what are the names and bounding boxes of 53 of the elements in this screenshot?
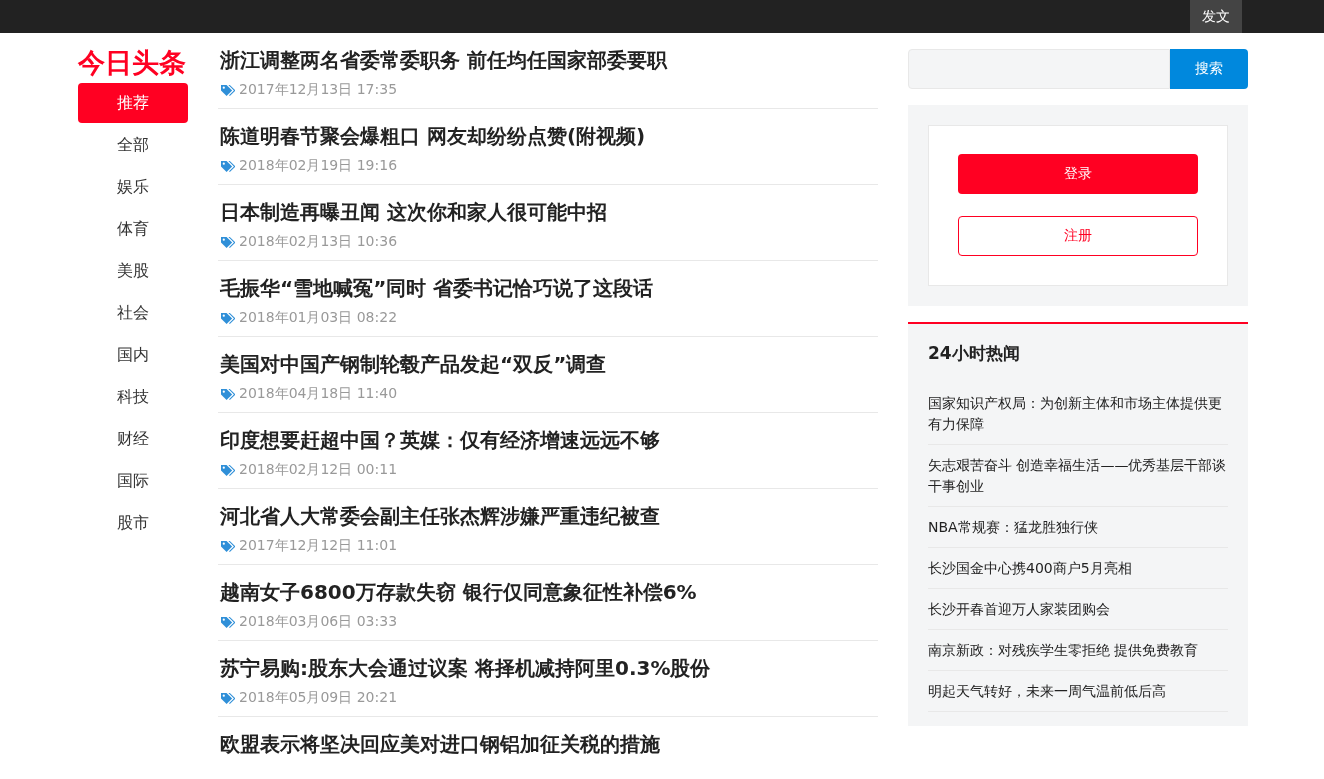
tag-icon [220,615,235,629]
article-title[interactable]: 美国对中国产钢制轮毂产品发起“双反”调查 [220,351,876,377]
tag-icon [220,539,235,553]
article-time: 2018年04月18日 11:40 [239,385,398,403]
article-title[interactable]: 陈道明春节聚会爆粗口 网友却纷纷点赞(附视频) [220,123,876,149]
article-title[interactable]: 毛振华“雪地喊冤”同时 省委书记恰巧说了这段话 [220,275,876,301]
nav-item[interactable]: 全部 [78,125,188,165]
logo[interactable]: 今日头条 [78,47,188,83]
nav-item[interactable]: 体育 [78,209,188,249]
tag-icon [220,387,235,401]
article-title[interactable]: 越南女子6800万存款失窃 银行仅同意象征性补偿6% [220,579,876,605]
article-title[interactable]: 苏宁易购:股东大会通过议案 将择机减持阿里0.3%股份 [220,655,876,681]
hot-news-item[interactable]: NBA常规赛：猛龙胜独行侠 [928,507,1228,548]
nav-item[interactable]: 社会 [78,293,188,333]
hot-news-title: 24小时热闻 [928,342,1021,365]
login-button[interactable]: 登录 [958,154,1198,194]
nav-item[interactable]: 科技 [78,377,188,417]
hot-news-item[interactable]: 南京新政：对残疾学生零拒绝 提供免费教育 [928,630,1228,671]
article-title[interactable]: 日本制造再曝丑闻 这次你和家人很可能中招 [220,199,876,225]
article-title[interactable]: 河北省人大常委会副主任张杰辉涉嫌严重违纪被查 [220,503,876,529]
hot-news-item[interactable]: 国家知识产权局：为创新主体和市场主体提供更有力保障 [928,383,1228,445]
tag-icon [220,83,235,97]
tag-icon [220,311,235,325]
article-time: 2017年12月13日 17:35 [239,81,398,99]
nav-item[interactable]: 推荐 [78,83,188,123]
article-time: 2018年05月09日 20:21 [239,689,398,707]
article-time: 2018年03月06日 03:33 [239,613,398,631]
tag-icon [220,159,235,173]
nav-item[interactable]: 财经 [78,419,188,459]
tag-icon [220,463,235,477]
tag-icon [220,691,235,705]
nav-item[interactable]: 国际 [78,461,188,501]
article-time: 2018年01月03日 08:22 [239,309,398,327]
article-title[interactable]: 印度想要赶超中国？英媒：仅有经济增速远远不够 [220,427,876,453]
register-button[interactable]: 注册 [958,216,1198,256]
hot-news-item[interactable]: 长沙国金中心携400商户5月亮相 [928,548,1228,589]
nav-item[interactable]: 国内 [78,335,188,375]
hot-news-item[interactable]: 长沙开春首迎万人家装团购会 [928,589,1228,630]
article-title[interactable]: 浙江调整两名省委常委职务 前任均任国家部委要职 [220,47,876,73]
nav-item[interactable]: 股市 [78,503,188,543]
article-time: 2018年02月13日 10:36 [239,233,398,251]
article-time: 2017年12月12日 11:01 [239,537,398,555]
nav-item[interactable]: 美股 [78,251,188,291]
hot-news-item[interactable]: 矢志艰苦奋斗 创造幸福生活——优秀基层干部谈干事创业 [928,445,1228,507]
search-field[interactable] [908,49,1170,89]
search-button[interactable]: 搜索 [1170,49,1248,89]
post-button[interactable]: 发文 [1190,0,1242,33]
hot-news-item[interactable]: 明起天气转好，未来一周气温前低后高 [928,671,1228,712]
nav-item[interactable]: 娱乐 [78,167,188,207]
article-time: 2018年02月12日 00:11 [239,461,398,479]
article-title[interactable]: 欧盟表示将坚决回应美对进口钢铝加征关税的措施 [220,731,876,757]
tag-icon [220,235,235,249]
article-time: 2018年02月19日 19:16 [239,157,398,175]
